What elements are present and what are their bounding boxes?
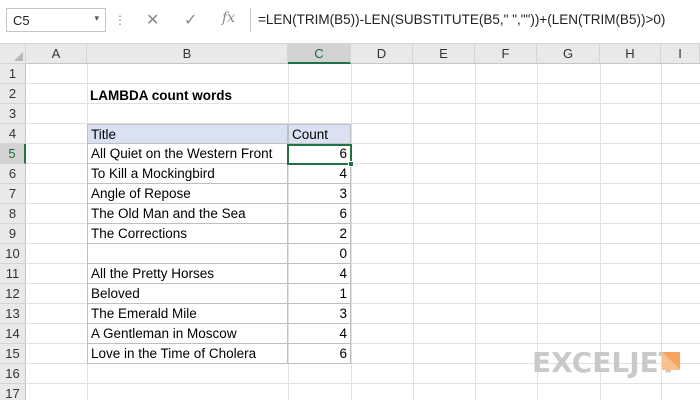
column-header-c[interactable]: C	[288, 44, 351, 64]
worksheet-grid: A B C D E F G H I 1 2 3 4 5 6 7 8 9 10 1…	[0, 44, 700, 400]
table-header-row: Title Count	[87, 124, 351, 144]
row-header-14[interactable]: 14	[0, 324, 26, 344]
row-header-15[interactable]: 15	[0, 344, 26, 364]
title-cell[interactable]	[87, 244, 288, 264]
title-cell[interactable]: Angle of Repose	[87, 184, 288, 204]
count-cell[interactable]: 6	[288, 204, 351, 224]
title-cell[interactable]: The Old Man and the Sea	[87, 204, 288, 224]
count-cell[interactable]: 0	[288, 244, 351, 264]
row-header-10[interactable]: 10	[0, 244, 26, 264]
row-header-2[interactable]: 2	[0, 84, 26, 104]
chevron-down-icon[interactable]: ▾	[94, 13, 99, 24]
column-header-f[interactable]: F	[475, 44, 537, 64]
insert-function-icon[interactable]: fx	[222, 10, 235, 26]
fill-handle[interactable]	[348, 161, 354, 167]
count-cell[interactable]: 2	[288, 224, 351, 244]
row-header-12[interactable]: 12	[0, 284, 26, 304]
enter-icon[interactable]: ✓	[184, 10, 197, 30]
row-header-3[interactable]: 3	[0, 104, 26, 124]
row-header-4[interactable]: 4	[0, 124, 26, 144]
count-cell[interactable]: 3	[288, 184, 351, 204]
table-row: To Kill a Mockingbird 4	[87, 164, 351, 184]
count-cell[interactable]: 3	[288, 304, 351, 324]
cancel-icon[interactable]: ✕	[146, 10, 159, 30]
column-header-i[interactable]: I	[661, 44, 700, 64]
table-row: All the Pretty Horses 4	[87, 264, 351, 284]
row-header-9[interactable]: 9	[0, 224, 26, 244]
column-header-d[interactable]: D	[351, 44, 413, 64]
table-row: Angle of Repose 3	[87, 184, 351, 204]
gridline	[26, 83, 700, 84]
select-all-triangle-icon	[14, 52, 23, 61]
row-header-1[interactable]: 1	[0, 64, 26, 84]
title-cell[interactable]: A Gentleman in Moscow	[87, 324, 288, 344]
table-row: 0	[87, 244, 351, 264]
more-dots-icon[interactable]: ⋮	[114, 13, 127, 27]
header-count[interactable]: Count	[288, 124, 351, 144]
count-cell[interactable]: 4	[288, 324, 351, 344]
table-row: A Gentleman in Moscow 4	[87, 324, 351, 344]
column-header-g[interactable]: G	[537, 44, 600, 64]
title-cell[interactable]: All the Pretty Horses	[87, 264, 288, 284]
name-box[interactable]: C5 ▾	[6, 8, 106, 32]
count-cell[interactable]: 4	[288, 264, 351, 284]
gridline	[413, 64, 414, 400]
formula-input[interactable]: =LEN(TRIM(B5))-LEN(SUBSTITUTE(B5," ","")…	[258, 12, 665, 27]
header-title[interactable]: Title	[87, 124, 288, 144]
row-header-16[interactable]: 16	[0, 364, 26, 384]
gridline	[475, 64, 476, 400]
title-cell[interactable]: The Emerald Mile	[87, 304, 288, 324]
formula-bar-separator	[250, 8, 251, 32]
title-cell[interactable]: The Corrections	[87, 224, 288, 244]
table-row: The Corrections 2	[87, 224, 351, 244]
column-header-e[interactable]: E	[413, 44, 475, 64]
row-header-11[interactable]: 11	[0, 264, 26, 284]
formula-bar: C5 ▾ ⋮ ✕ ✓ fx =LEN(TRIM(B5))-LEN(SUBSTIT…	[0, 0, 700, 44]
column-header-a[interactable]: A	[26, 44, 87, 64]
count-cell[interactable]: 1	[288, 284, 351, 304]
count-cell[interactable]: 6	[288, 344, 351, 364]
active-cell-selection[interactable]	[287, 144, 354, 167]
row-header-5[interactable]: 5	[0, 144, 26, 164]
row-header-13[interactable]: 13	[0, 304, 26, 324]
title-cell[interactable]: Beloved	[87, 284, 288, 304]
gridline	[351, 64, 352, 400]
title-cell[interactable]: To Kill a Mockingbird	[87, 164, 288, 184]
row-header-7[interactable]: 7	[0, 184, 26, 204]
gridline	[26, 383, 700, 384]
logo-text: EXCELJET	[532, 346, 678, 379]
title-cell[interactable]: Love in the Time of Cholera	[87, 344, 288, 364]
table-row: The Old Man and the Sea 6	[87, 204, 351, 224]
formula-buttons: ✕ ✓ fx	[134, 8, 244, 32]
exceljet-logo: EXCELJET	[532, 346, 682, 380]
row-header-8[interactable]: 8	[0, 204, 26, 224]
sheet-heading: LAMBDA count words	[90, 88, 232, 103]
select-all-button[interactable]	[0, 44, 26, 64]
column-header-b[interactable]: B	[87, 44, 288, 64]
count-cell[interactable]: 4	[288, 164, 351, 184]
table-row: Beloved 1	[87, 284, 351, 304]
gridline	[26, 103, 700, 104]
column-header-h[interactable]: H	[600, 44, 661, 64]
row-header-17[interactable]: 17	[0, 384, 26, 400]
name-box-value: C5	[13, 13, 30, 28]
table-row: The Emerald Mile 3	[87, 304, 351, 324]
logo-mark-icon	[662, 352, 680, 370]
table-row: Love in the Time of Cholera 6	[87, 344, 351, 364]
row-header-6[interactable]: 6	[0, 164, 26, 184]
title-cell[interactable]: All Quiet on the Western Front	[87, 144, 288, 164]
